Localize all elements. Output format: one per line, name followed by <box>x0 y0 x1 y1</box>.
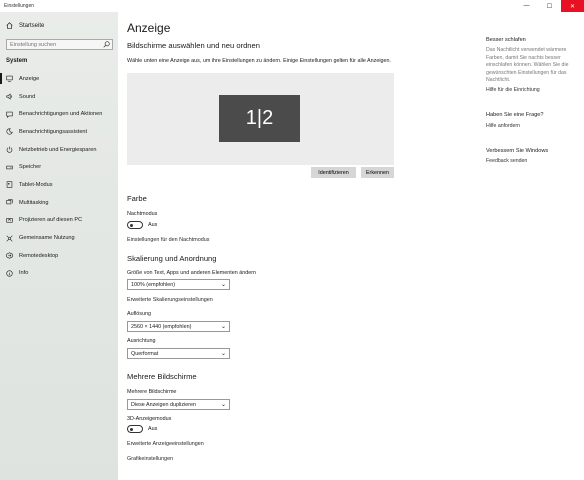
info-icon <box>6 270 13 277</box>
sidebar-item-label: Speicher <box>19 164 42 171</box>
sleep-heading: Besser schlafen <box>486 37 526 43</box>
detect-button[interactable]: Erkennen <box>361 167 394 178</box>
remote-icon <box>6 252 13 259</box>
arrange-heading: Bildschirme auswählen und neu ordnen <box>127 41 260 50</box>
minimize-button[interactable]: — <box>515 0 538 12</box>
project-icon <box>6 217 13 224</box>
multi-display-heading: Mehrere Bildschirme <box>127 372 197 381</box>
scale-label: Größe von Text, Apps und anderen Element… <box>127 270 257 276</box>
sidebar-item-anzeige[interactable]: Anzeige <box>0 70 118 88</box>
page-title: Anzeige <box>127 21 171 35</box>
sidebar-item-label: Gemeinsame Nutzung <box>19 235 75 242</box>
sidebar-item-label: Sound <box>19 93 36 100</box>
sidebar-item-remote-desktop[interactable]: Remotedesktop <box>0 247 118 265</box>
sidebar-item-label: Multitasking <box>19 199 49 206</box>
sidebar-item-label: Projizieren auf diesen PC <box>19 217 83 224</box>
sidebar-item-info[interactable]: Info <box>0 265 118 283</box>
search-input[interactable] <box>7 40 97 49</box>
sidebar-item-sound[interactable]: Sound <box>0 88 118 106</box>
nav-list: Anzeige Sound Benachrichtigungen und Akt… <box>0 70 118 282</box>
home-link[interactable]: Startseite <box>6 22 44 29</box>
chevron-down-icon: ⌄ <box>220 282 226 288</box>
graphics-settings-link[interactable]: Grafikeinstellungen <box>127 456 173 462</box>
speaker-icon <box>6 93 13 100</box>
sidebar-item-power[interactable]: Netzbetrieb und Energiesparen <box>0 141 118 159</box>
sidebar-item-sharing[interactable]: Gemeinsame Nutzung <box>0 229 118 247</box>
scale-heading: Skalierung und Anordnung <box>127 254 217 263</box>
night-mode-toggle[interactable] <box>127 221 143 229</box>
sidebar-item-label: Info <box>19 270 29 277</box>
chevron-down-icon: ⌄ <box>220 402 226 408</box>
window-title: Einstellungen <box>4 3 35 9</box>
message-icon <box>6 111 13 118</box>
advanced-display-link[interactable]: Erweiterte Anzeigeeinstellungen <box>127 441 204 447</box>
close-button[interactable]: ✕ <box>561 0 584 12</box>
mode-3d-toggle[interactable] <box>127 425 143 433</box>
improve-heading: Verbessern Sie Windows <box>486 148 549 154</box>
orientation-value: Querformat <box>131 350 159 357</box>
night-mode-label: Nachtmodus <box>127 211 158 217</box>
storage-icon <box>6 164 13 171</box>
question-heading: Haben Sie eine Frage? <box>486 112 544 118</box>
scale-value: 100% (empfohlen) <box>131 281 176 288</box>
display-tile[interactable]: 1|2 <box>219 95 300 142</box>
search-icon[interactable] <box>103 41 110 50</box>
resolution-label: Auflösung <box>127 311 151 317</box>
sidebar-item-label: Benachrichtigungen und Aktionen <box>19 111 103 118</box>
resolution-value: 2560 × 1440 (empfohlen) <box>131 323 192 330</box>
sidebar-item-storage[interactable]: Speicher <box>0 158 118 176</box>
sidebar-item-label: Anzeige <box>19 75 40 82</box>
tablet-icon <box>6 181 13 189</box>
orientation-dropdown[interactable]: Querformat ⌄ <box>127 348 230 359</box>
moon-icon <box>6 128 13 135</box>
sidebar-item-project[interactable]: Projizieren auf diesen PC <box>0 212 118 230</box>
color-heading: Farbe <box>127 194 147 203</box>
power-icon <box>6 146 13 153</box>
night-mode-state: Aus <box>148 222 158 228</box>
identify-button[interactable]: Identifizieren <box>311 167 356 178</box>
search-box[interactable] <box>6 39 113 50</box>
home-icon <box>6 22 13 29</box>
maximize-button[interactable]: ☐ <box>538 0 561 12</box>
feedback-link[interactable]: Feedback senden <box>486 158 527 164</box>
display-arrangement-area[interactable]: 1|2 <box>127 73 394 165</box>
advanced-scaling-link[interactable]: Erweiterte Skalierungseinstellungen <box>127 297 213 303</box>
orientation-label: Ausrichtung <box>127 338 156 344</box>
sidebar-item-focus-assist[interactable]: Benachrichtigungsassistent <box>0 123 118 141</box>
scale-dropdown[interactable]: 100% (empfohlen) ⌄ <box>127 279 230 290</box>
chevron-down-icon: ⌄ <box>220 351 226 357</box>
setup-help-link[interactable]: Hilfe für die Einrichtung <box>486 87 540 93</box>
sidebar-item-notifications[interactable]: Benachrichtigungen und Aktionen <box>0 105 118 123</box>
night-mode-settings-link[interactable]: Einstellungen für den Nachtmodus <box>127 237 209 243</box>
resolution-dropdown[interactable]: 2560 × 1440 (empfohlen) ⌄ <box>127 321 230 332</box>
get-help-link[interactable]: Hilfe anfordern <box>486 123 520 129</box>
sidebar: Startseite System Anzeige Sound Benachri… <box>0 12 118 480</box>
arrange-description: Wähle unten eine Anzeige aus, um ihre Ei… <box>127 58 392 64</box>
home-label: Startseite <box>19 22 45 29</box>
chevron-down-icon: ⌄ <box>220 324 226 330</box>
sidebar-item-tablet-mode[interactable]: Tablet-Modus <box>0 176 118 194</box>
sidebar-item-label: Netzbetrieb und Energiesparen <box>19 146 97 153</box>
sidebar-item-label: Benachrichtigungsassistent <box>19 128 88 135</box>
share-icon <box>6 235 13 242</box>
section-label: System <box>6 58 28 64</box>
monitor-icon <box>6 75 13 82</box>
sidebar-item-label: Tablet-Modus <box>19 181 53 188</box>
multi-display-label: Mehrere Bildschirme <box>127 389 177 395</box>
mode-3d-label: 3D-Anzeigemodus <box>127 416 172 422</box>
title-bar: Einstellungen — ☐ ✕ <box>0 0 584 12</box>
multitask-icon <box>6 199 13 206</box>
sidebar-item-label: Remotedesktop <box>19 252 59 259</box>
multi-display-dropdown[interactable]: Diese Anzeigen duplizieren ⌄ <box>127 399 230 410</box>
sleep-text: Das Nachtlicht verwendet wärmere Farben,… <box>486 47 569 83</box>
multi-display-value: Diese Anzeigen duplizieren <box>131 401 197 408</box>
sidebar-item-multitasking[interactable]: Multitasking <box>0 194 118 212</box>
mode-3d-state: Aus <box>148 426 158 432</box>
